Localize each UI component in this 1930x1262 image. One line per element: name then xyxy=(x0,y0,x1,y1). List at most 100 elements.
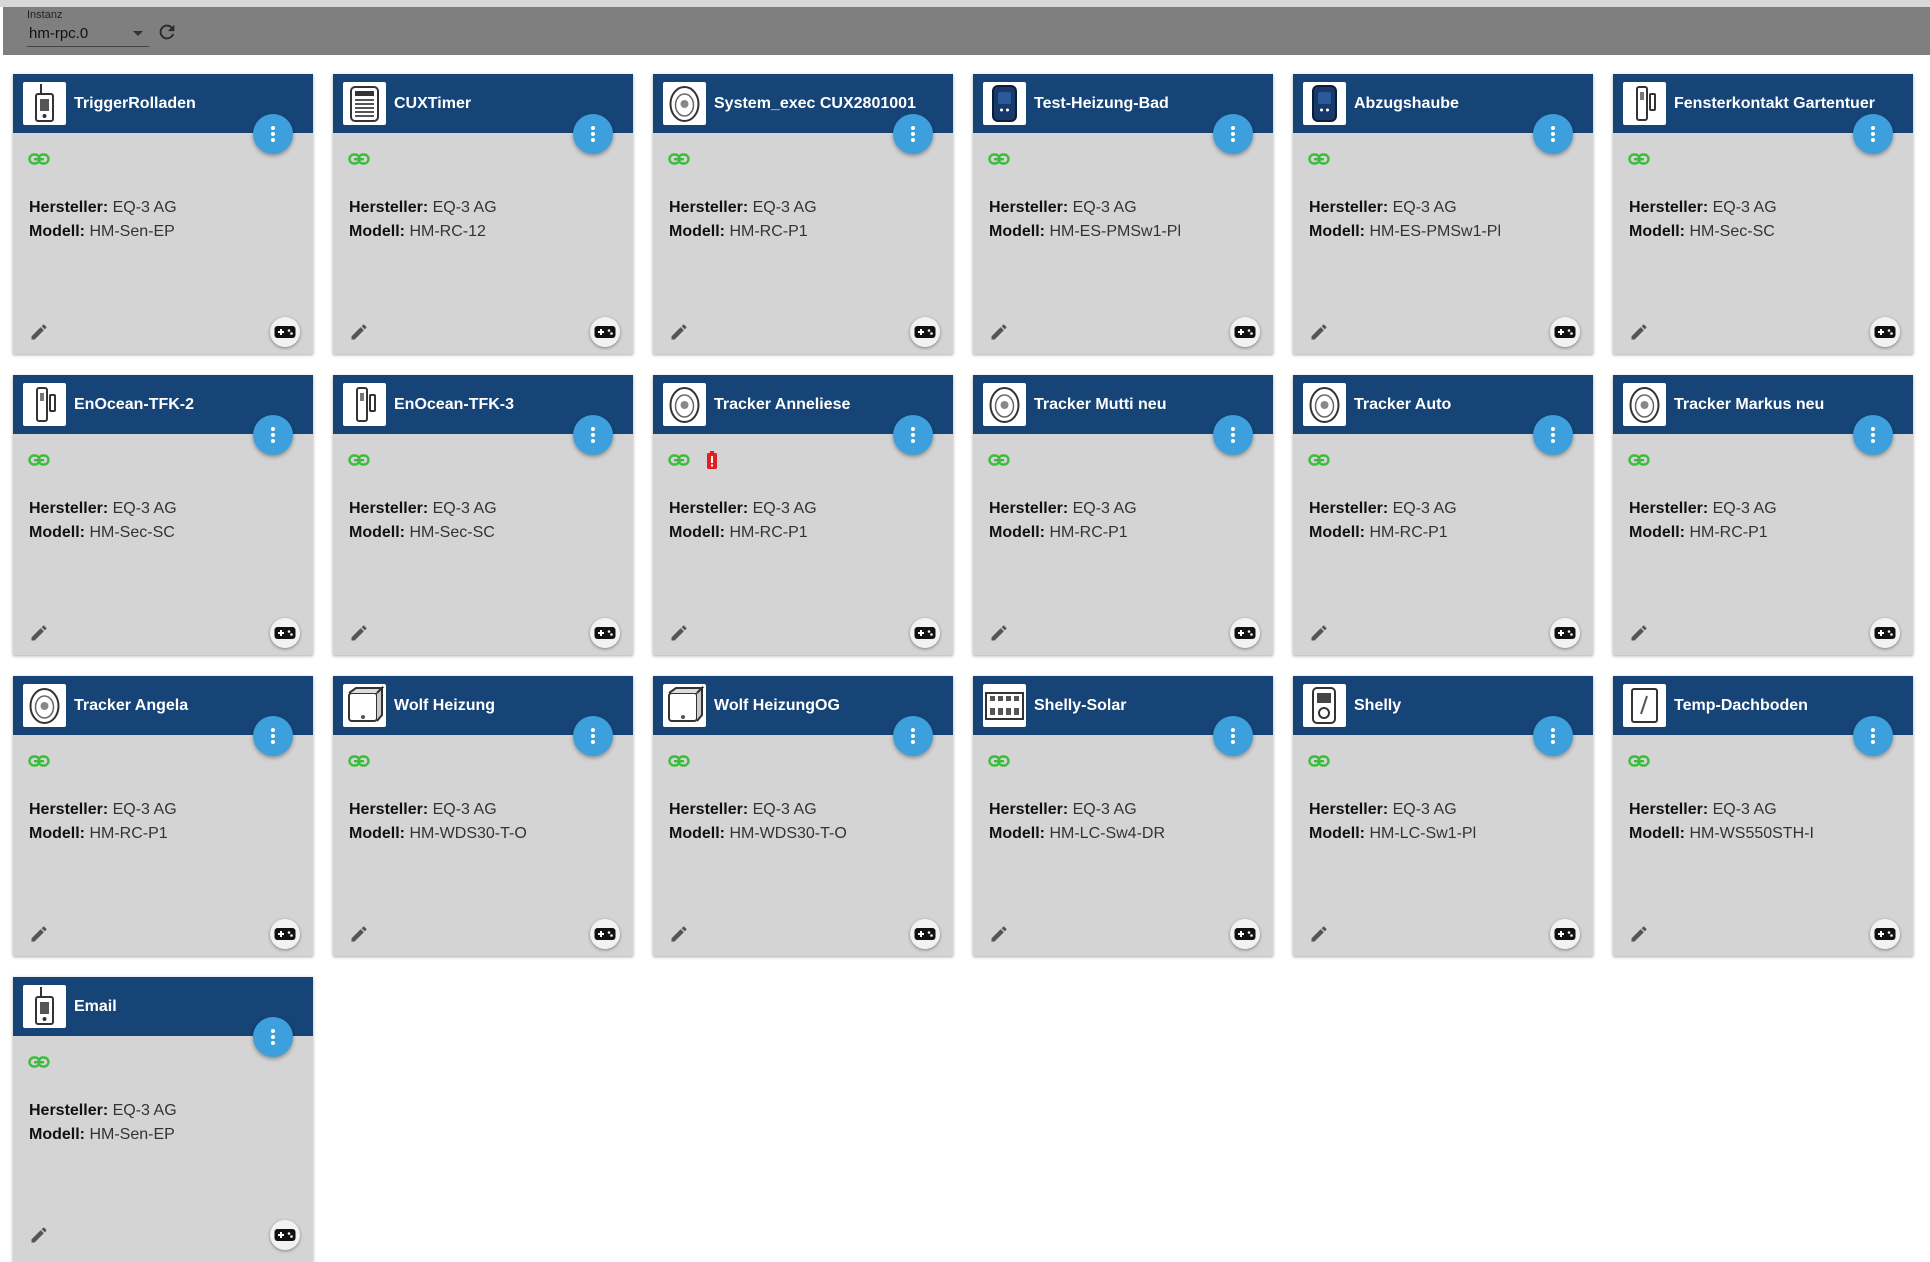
gamepad-icon xyxy=(274,326,296,338)
top-border xyxy=(0,0,1930,7)
tracker-icon xyxy=(1629,387,1660,423)
more-vert-icon xyxy=(1871,427,1875,431)
control-button[interactable] xyxy=(910,317,940,347)
edit-button[interactable] xyxy=(1629,322,1649,347)
device-image xyxy=(343,684,386,727)
device-name: EnOcean-TFK-3 xyxy=(394,396,515,413)
more-button[interactable] xyxy=(573,716,613,756)
control-button[interactable] xyxy=(590,618,620,648)
device-image xyxy=(1303,684,1346,727)
more-button[interactable] xyxy=(1853,415,1893,455)
pencil-icon xyxy=(671,625,687,641)
more-button[interactable] xyxy=(253,114,293,154)
control-button[interactable] xyxy=(1230,317,1260,347)
more-button[interactable] xyxy=(893,415,933,455)
edit-button[interactable] xyxy=(1309,322,1329,347)
gamepad-icon xyxy=(914,928,936,940)
control-button[interactable] xyxy=(910,919,940,949)
more-button[interactable] xyxy=(573,114,613,154)
device-image xyxy=(23,684,66,727)
edit-button[interactable] xyxy=(989,924,1009,949)
box-sensor-icon xyxy=(668,685,705,722)
manufacturer-label: Hersteller: xyxy=(29,199,109,216)
control-button[interactable] xyxy=(1870,317,1900,347)
sensor-ep-icon xyxy=(35,987,54,1025)
edit-button[interactable] xyxy=(349,322,369,347)
control-button[interactable] xyxy=(270,919,300,949)
more-button[interactable] xyxy=(1213,114,1253,154)
more-button[interactable] xyxy=(1213,716,1253,756)
model-label: Modell: xyxy=(669,825,725,842)
device-info: Hersteller: EQ-3 AG Modell: HM-Sec-SC xyxy=(1629,196,1777,244)
control-button[interactable] xyxy=(590,317,620,347)
more-vert-icon xyxy=(271,126,275,130)
edit-button[interactable] xyxy=(669,322,689,347)
more-button[interactable] xyxy=(1533,415,1573,455)
edit-button[interactable] xyxy=(1629,924,1649,949)
control-button[interactable] xyxy=(910,618,940,648)
device-name: Tracker Mutti neu xyxy=(1034,396,1167,413)
edit-button[interactable] xyxy=(989,623,1009,648)
control-button[interactable] xyxy=(1550,919,1580,949)
edit-button[interactable] xyxy=(1309,924,1329,949)
more-button[interactable] xyxy=(1533,114,1573,154)
device-card: CUXTimer Hersteller: EQ-3 AG Modell: HM-… xyxy=(333,74,633,354)
edit-button[interactable] xyxy=(989,322,1009,347)
pencil-icon xyxy=(31,324,47,340)
more-vert-icon xyxy=(271,728,275,732)
control-button[interactable] xyxy=(1550,618,1580,648)
edit-button[interactable] xyxy=(669,623,689,648)
edit-button[interactable] xyxy=(349,623,369,648)
link-icon xyxy=(668,754,690,772)
more-button[interactable] xyxy=(253,415,293,455)
more-button[interactable] xyxy=(1213,415,1253,455)
more-button[interactable] xyxy=(1853,114,1893,154)
model-label: Modell: xyxy=(669,524,725,541)
edit-button[interactable] xyxy=(29,322,49,347)
edit-button[interactable] xyxy=(1309,623,1329,648)
more-button[interactable] xyxy=(1853,716,1893,756)
control-button[interactable] xyxy=(270,618,300,648)
link-icon xyxy=(28,1055,50,1073)
more-button[interactable] xyxy=(253,716,293,756)
edit-button[interactable] xyxy=(1629,623,1649,648)
more-button[interactable] xyxy=(893,716,933,756)
refresh-button[interactable] xyxy=(156,21,178,43)
tracker-icon xyxy=(669,86,700,122)
control-button[interactable] xyxy=(1230,919,1260,949)
device-info: Hersteller: EQ-3 AG Modell: HM-RC-P1 xyxy=(1629,497,1777,545)
pencil-icon xyxy=(991,926,1007,942)
control-button[interactable] xyxy=(1870,919,1900,949)
battery-warning xyxy=(707,451,717,474)
device-card: Shelly Hersteller: EQ-3 AG Modell: HM-LC… xyxy=(1293,676,1593,956)
control-button[interactable] xyxy=(270,1220,300,1250)
edit-button[interactable] xyxy=(349,924,369,949)
gamepad-icon xyxy=(1234,928,1256,940)
edit-button[interactable] xyxy=(29,924,49,949)
model-value: HM-RC-12 xyxy=(409,223,486,240)
toolbar: Instanz hm-rpc.0 xyxy=(3,7,1930,55)
control-button[interactable] xyxy=(270,317,300,347)
control-button[interactable] xyxy=(1550,317,1580,347)
device-image xyxy=(983,82,1026,125)
control-button[interactable] xyxy=(1230,618,1260,648)
control-button[interactable] xyxy=(590,919,620,949)
more-vert-icon xyxy=(911,126,915,130)
control-button[interactable] xyxy=(1870,618,1900,648)
more-button[interactable] xyxy=(1533,716,1573,756)
instance-label: Instanz xyxy=(27,9,63,21)
manufacturer-value: EQ-3 AG xyxy=(432,500,497,517)
edit-button[interactable] xyxy=(29,623,49,648)
more-button[interactable] xyxy=(893,114,933,154)
edit-button[interactable] xyxy=(669,924,689,949)
instance-select[interactable]: hm-rpc.0 xyxy=(27,22,149,47)
more-button[interactable] xyxy=(253,1017,293,1057)
manufacturer-value: EQ-3 AG xyxy=(1712,199,1777,216)
edit-button[interactable] xyxy=(29,1225,49,1250)
more-vert-icon xyxy=(271,427,275,431)
more-button[interactable] xyxy=(573,415,613,455)
manufacturer-label: Hersteller: xyxy=(1309,801,1389,818)
gamepad-icon xyxy=(594,627,616,639)
device-name: Temp-Dachboden xyxy=(1674,697,1808,714)
manufacturer-label: Hersteller: xyxy=(1309,199,1389,216)
